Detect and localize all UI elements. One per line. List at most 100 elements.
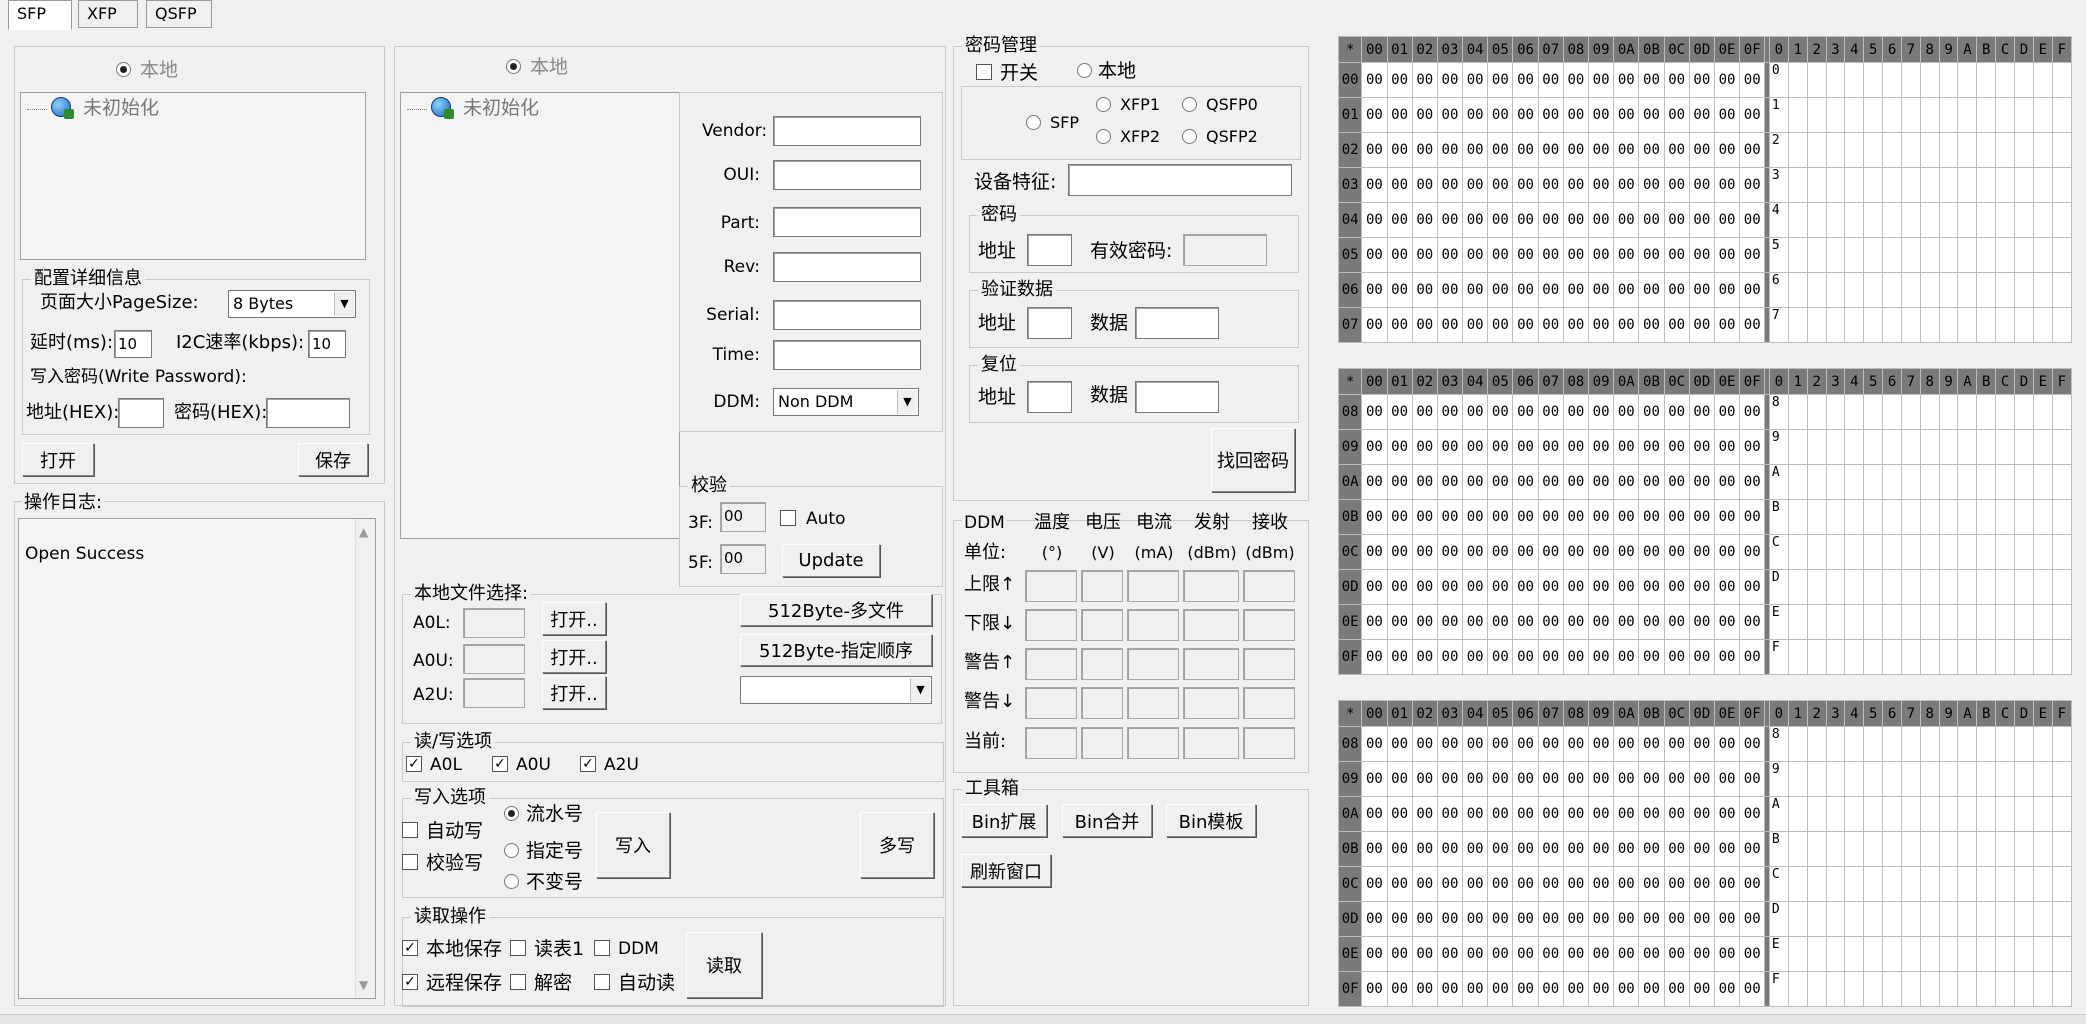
- hex-cell[interactable]: 00: [1512, 901, 1539, 937]
- ascii-cell[interactable]: [2032, 534, 2053, 570]
- hex-cell[interactable]: 00: [1487, 726, 1514, 762]
- serial-no-radio[interactable]: [504, 806, 519, 821]
- hex-cell[interactable]: 00: [1512, 936, 1539, 972]
- hex-cell[interactable]: 00: [1436, 726, 1464, 762]
- ascii-cell[interactable]: [2014, 726, 2034, 762]
- hex-cell[interactable]: 00: [1739, 237, 1766, 273]
- hex-cell[interactable]: 00: [1562, 167, 1590, 203]
- ascii-cell[interactable]: 6: [1768, 272, 1789, 308]
- ascii-cell[interactable]: [2014, 237, 2034, 273]
- ascii-cell[interactable]: [1882, 464, 1902, 500]
- decrypt-checkbox[interactable]: [510, 974, 526, 990]
- ascii-cell[interactable]: [2014, 761, 2034, 797]
- ascii-cell[interactable]: [1900, 499, 1921, 535]
- ddm-value-field[interactable]: [1025, 727, 1077, 759]
- hex-cell[interactable]: 00: [1588, 202, 1615, 238]
- hex-cell[interactable]: 00: [1688, 569, 1715, 605]
- ascii-cell[interactable]: [1976, 167, 1997, 203]
- hex-cell[interactable]: 00: [1713, 569, 1741, 605]
- hex-cell[interactable]: 00: [1713, 866, 1741, 902]
- hex-cell[interactable]: 00: [1688, 604, 1715, 640]
- ascii-cell[interactable]: [1825, 761, 1846, 797]
- ascii-cell[interactable]: [1882, 237, 1902, 273]
- hex-cell[interactable]: 00: [1663, 97, 1690, 133]
- hex-cell[interactable]: 00: [1361, 726, 1388, 762]
- hex-cell[interactable]: 00: [1386, 604, 1413, 640]
- hex-cell[interactable]: 00: [1562, 831, 1590, 867]
- ascii-cell[interactable]: [2014, 167, 2034, 203]
- hex-cell[interactable]: 00: [1638, 132, 1665, 168]
- hex-cell[interactable]: 00: [1537, 272, 1564, 308]
- ascii-cell[interactable]: [2014, 971, 2034, 1007]
- hex-cell[interactable]: 00: [1436, 97, 1464, 133]
- delay-input[interactable]: 10: [114, 330, 152, 358]
- ascii-cell[interactable]: [1806, 936, 1827, 972]
- hex-cell[interactable]: 00: [1411, 726, 1438, 762]
- ascii-cell[interactable]: [1919, 272, 1940, 308]
- hex-cell[interactable]: 00: [1411, 569, 1438, 605]
- ascii-cell[interactable]: [1900, 866, 1921, 902]
- hex-cell[interactable]: 00: [1688, 639, 1715, 675]
- ascii-cell[interactable]: [1882, 429, 1902, 465]
- ascii-cell[interactable]: [1806, 307, 1827, 343]
- hex-cell[interactable]: 00: [1613, 429, 1640, 465]
- ascii-cell[interactable]: [1787, 936, 1808, 972]
- ascii-cell[interactable]: [1787, 464, 1808, 500]
- hex-cell[interactable]: 00: [1613, 936, 1640, 972]
- hex-cell[interactable]: 00: [1713, 639, 1741, 675]
- hex-cell[interactable]: 00: [1713, 726, 1741, 762]
- hex-cell[interactable]: 00: [1462, 936, 1489, 972]
- hex-cell[interactable]: 00: [1638, 307, 1665, 343]
- specified-order-button[interactable]: 512Byte-指定顺序: [740, 634, 932, 666]
- ascii-cell[interactable]: [1863, 394, 1884, 430]
- ascii-cell[interactable]: [1976, 62, 1997, 98]
- ascii-cell[interactable]: [1919, 132, 1940, 168]
- hex-cell[interactable]: 00: [1739, 936, 1766, 972]
- hex-cell[interactable]: 00: [1411, 971, 1438, 1007]
- hex-cell[interactable]: 00: [1537, 237, 1564, 273]
- ascii-cell[interactable]: [1919, 97, 1940, 133]
- ascii-cell[interactable]: [1919, 604, 1940, 640]
- ascii-cell[interactable]: [1806, 62, 1827, 98]
- hex-cell[interactable]: 00: [1588, 237, 1615, 273]
- ascii-cell[interactable]: 3: [1768, 167, 1789, 203]
- pw-addr-field[interactable]: [1027, 234, 1072, 266]
- ddm-value-field[interactable]: [1025, 687, 1077, 719]
- checksum-3f-field[interactable]: 00: [720, 502, 766, 532]
- ascii-cell[interactable]: [1976, 464, 1997, 500]
- ascii-cell[interactable]: [1900, 62, 1921, 98]
- hex-cell[interactable]: 00: [1436, 796, 1464, 832]
- update-button[interactable]: Update: [782, 544, 880, 577]
- hex-cell[interactable]: 00: [1411, 831, 1438, 867]
- ascii-cell[interactable]: [1844, 237, 1865, 273]
- ascii-cell[interactable]: [1882, 761, 1902, 797]
- hex-cell[interactable]: 00: [1663, 901, 1690, 937]
- ascii-cell[interactable]: [1938, 726, 1959, 762]
- hex-cell[interactable]: 00: [1739, 132, 1766, 168]
- hex-cell[interactable]: 00: [1537, 639, 1564, 675]
- hex-cell[interactable]: 00: [1638, 499, 1665, 535]
- ascii-cell[interactable]: [1957, 604, 1978, 640]
- hex-cell[interactable]: 00: [1386, 62, 1413, 98]
- ddm-value-field[interactable]: [1081, 727, 1123, 759]
- ascii-cell[interactable]: [1844, 394, 1865, 430]
- hex-cell[interactable]: 00: [1411, 167, 1438, 203]
- hex-cell[interactable]: 00: [1613, 569, 1640, 605]
- ascii-cell[interactable]: [1825, 726, 1846, 762]
- hex-cell[interactable]: 00: [1512, 866, 1539, 902]
- ascii-cell[interactable]: [1900, 97, 1921, 133]
- ascii-cell[interactable]: [2032, 936, 2053, 972]
- ascii-cell[interactable]: [1938, 132, 1959, 168]
- ascii-cell[interactable]: [1900, 831, 1921, 867]
- hex-cell[interactable]: 00: [1638, 971, 1665, 1007]
- ascii-cell[interactable]: [1844, 761, 1865, 797]
- hex-cell[interactable]: 00: [1537, 936, 1564, 972]
- ascii-cell[interactable]: [1863, 971, 1884, 1007]
- ascii-cell[interactable]: [1806, 394, 1827, 430]
- hex-cell[interactable]: 00: [1487, 167, 1514, 203]
- ascii-cell[interactable]: [1957, 796, 1978, 832]
- ascii-cell[interactable]: [1938, 97, 1959, 133]
- hex-cell[interactable]: 00: [1688, 202, 1715, 238]
- hex-cell[interactable]: 00: [1361, 132, 1388, 168]
- hex-cell[interactable]: 00: [1512, 237, 1539, 273]
